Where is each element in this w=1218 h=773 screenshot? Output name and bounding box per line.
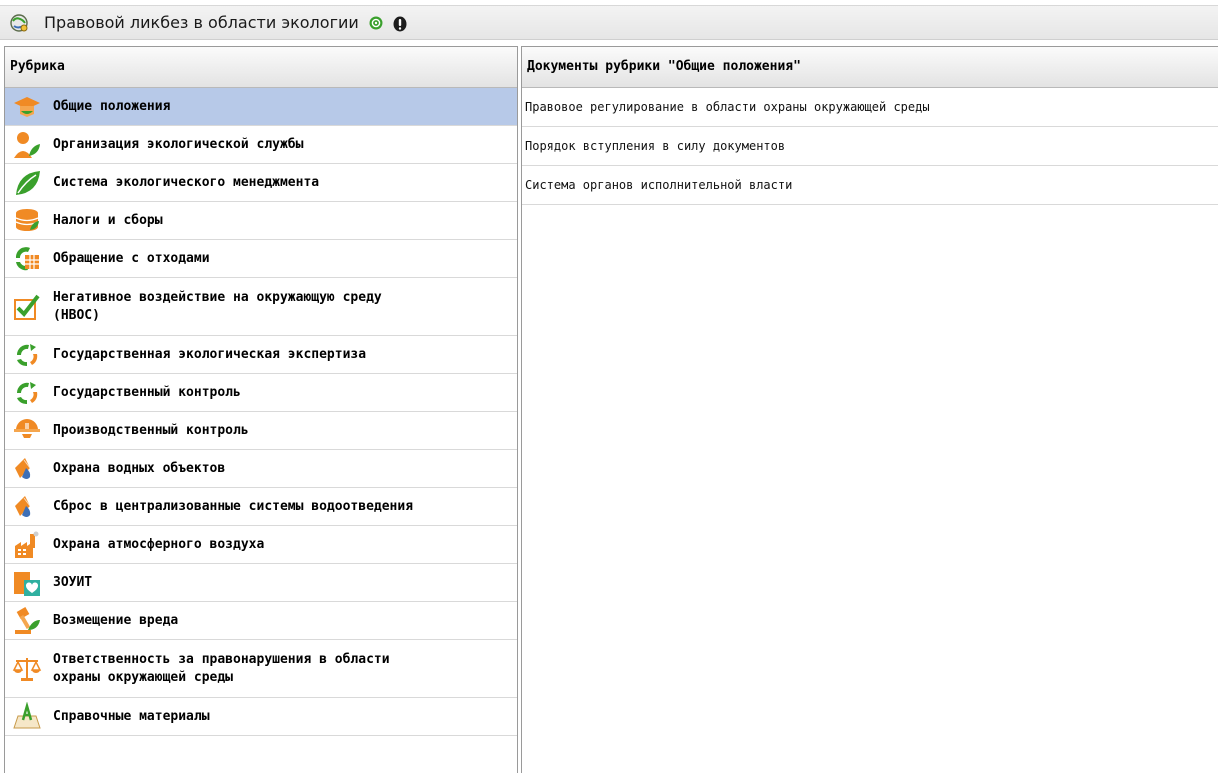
rubric-item-label: Охрана атмосферного воздуха xyxy=(53,536,265,552)
graduation-cap-icon xyxy=(11,91,43,123)
rubric-item-label: Охрана водных объектов xyxy=(53,460,226,476)
rubric-item[interactable]: Возмещение вреда xyxy=(5,602,517,640)
gavel-icon xyxy=(11,605,43,637)
rubric-item[interactable]: Налоги и сборы xyxy=(5,202,517,240)
recycle-icon xyxy=(11,339,43,371)
documents-list: Правовое регулирование в области охраны … xyxy=(522,88,1218,205)
rubric-item[interactable]: Государственная экологическая экспертиза xyxy=(5,336,517,374)
leaf-icon xyxy=(11,167,43,199)
rubric-item-label: Государственная экологическая экспертиза xyxy=(53,346,367,362)
rubric-item[interactable]: Охрана водных объектов xyxy=(5,450,517,488)
rubric-item[interactable]: Ответственность за правонарушения в обла… xyxy=(5,640,517,698)
rubric-item[interactable]: Государственный контроль xyxy=(5,374,517,412)
rubric-item-label: Общие положения xyxy=(53,98,171,114)
helmet-icon xyxy=(11,415,43,447)
checkmark-icon xyxy=(11,291,43,323)
document-item[interactable]: Порядок вступления в силу документов xyxy=(522,127,1218,166)
rubric-item-label: Производственный контроль xyxy=(53,422,249,438)
document-item[interactable]: Правовое регулирование в области охраны … xyxy=(522,88,1218,127)
scales-icon xyxy=(11,653,43,685)
water-drop-icon xyxy=(11,453,43,485)
rubric-item[interactable]: Справочные материалы xyxy=(5,698,517,736)
rubric-item[interactable]: Обращение с отходами xyxy=(5,240,517,278)
rubric-item-label: Организация экологической службы xyxy=(53,136,304,152)
info-icon[interactable] xyxy=(393,16,407,31)
rubric-item-label: Возмещение вреда xyxy=(53,612,179,628)
title-bar-inner: Правовой ликбез в области экологии xyxy=(0,5,1218,40)
person-leaf-icon xyxy=(11,129,43,161)
rubric-item-label: Налоги и сборы xyxy=(53,212,163,228)
recycle-icon xyxy=(11,377,43,409)
water-drop-icon xyxy=(11,491,43,523)
window-title: Правовой ликбез в области экологии xyxy=(44,13,359,32)
title-bar: Правовой ликбез в области экологии xyxy=(0,0,1218,42)
rubric-item-label: Ответственность за правонарушения в обла… xyxy=(53,651,390,685)
rubric-item[interactable]: Охрана атмосферного воздуха xyxy=(5,526,517,564)
rubric-item-label: ЗОУИТ xyxy=(53,574,93,590)
rubric-item-label: Сброс в централизованные системы водоотв… xyxy=(53,498,414,514)
rubric-item-label: Обращение с отходами xyxy=(53,250,210,266)
rubric-item-label: Государственный контроль xyxy=(53,384,241,400)
rubric-item-label: Негативное воздействие на окружающую сре… xyxy=(53,289,382,323)
documents-pane: Документы рубрики "Общие положения" Прав… xyxy=(521,46,1218,773)
rubric-item[interactable]: Сброс в централизованные системы водоотв… xyxy=(5,488,517,526)
zone-icon xyxy=(11,567,43,599)
rubric-item[interactable]: Производственный контроль xyxy=(5,412,517,450)
rubric-item[interactable]: Организация экологической службы xyxy=(5,126,517,164)
rubric-item-label: Система экологического менеджмента xyxy=(53,174,320,190)
rubric-item[interactable]: Негативное воздействие на окружающую сре… xyxy=(5,278,517,336)
help-icon[interactable] xyxy=(369,16,383,30)
recycle-box-icon xyxy=(11,243,43,275)
reference-book-icon xyxy=(11,701,43,733)
documents-header[interactable]: Документы рубрики "Общие положения" xyxy=(522,47,1218,88)
rubric-pane: Рубрика Общие положения Организация эколо… xyxy=(4,46,518,773)
rubric-header[interactable]: Рубрика xyxy=(5,47,517,88)
coins-icon xyxy=(11,205,43,237)
rubric-list: Общие положения Организация экологической… xyxy=(5,88,517,736)
rubric-item[interactable]: Система экологического менеджмента xyxy=(5,164,517,202)
rubric-item-label: Справочные материалы xyxy=(53,708,210,724)
rubric-item[interactable]: ЗОУИТ xyxy=(5,564,517,602)
rubric-item[interactable]: Общие положения xyxy=(5,88,517,126)
document-item[interactable]: Система органов исполнительной власти xyxy=(522,166,1218,205)
factory-icon xyxy=(11,529,43,561)
app-globe-icon xyxy=(6,10,32,36)
